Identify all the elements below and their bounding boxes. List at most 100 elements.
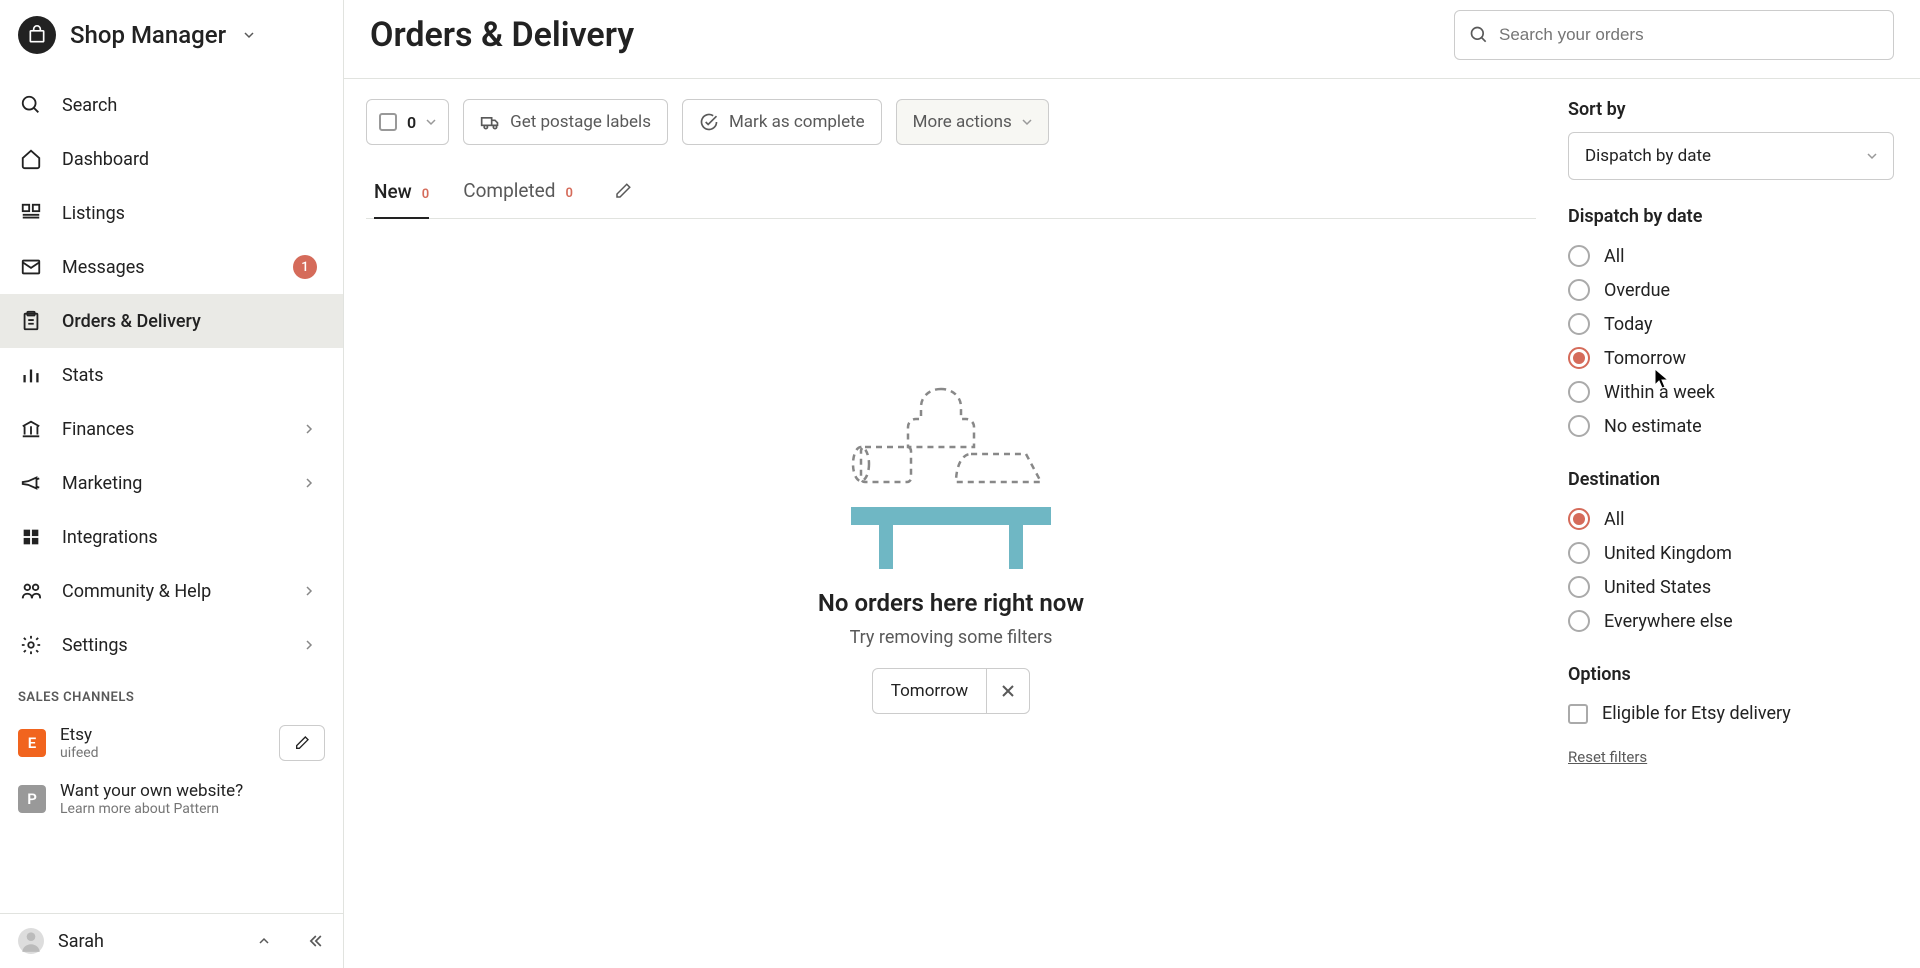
shop-title: Shop Manager [70,21,226,49]
empty-subtitle: Try removing some filters [850,627,1053,648]
radio-icon [1568,245,1590,267]
active-filter-chip: Tomorrow [872,668,1030,714]
empty-illustration-icon [841,379,1061,569]
tab-completed[interactable]: Completed 0 [463,173,573,208]
radio-dispatch-noestimate[interactable]: No estimate [1568,409,1894,443]
caret-up-icon [259,936,269,946]
center-panel: 0 Get postage labels Mark as complete Mo… [344,79,1558,968]
radio-dest-uk[interactable]: United Kingdom [1568,536,1894,570]
nav-label: Finances [62,419,287,440]
button-label: Mark as complete [729,112,865,132]
nav-label: Marketing [62,473,287,494]
radio-dest-all[interactable]: All [1568,502,1894,536]
more-actions-button[interactable]: More actions [896,99,1049,145]
channel-sub: Learn more about Pattern [60,801,325,817]
sidebar-item-finances[interactable]: Finances [0,402,343,456]
channel-text: Etsy uifeed [60,725,265,761]
shop-manager-header[interactable]: Shop Manager [0,0,343,70]
channel-name: Etsy [60,725,265,745]
radio-label: United States [1604,577,1711,598]
radio-dispatch-week[interactable]: Within a week [1568,375,1894,409]
content: 0 Get postage labels Mark as complete Mo… [344,79,1920,968]
sort-by-select[interactable]: Dispatch by date [1568,132,1894,180]
radio-label: All [1604,509,1625,530]
sales-channels-header: SALES CHANNELS [0,672,343,715]
remove-filter-button[interactable] [987,669,1029,713]
sidebar-item-community[interactable]: Community & Help [0,564,343,618]
chevron-right-icon [305,585,317,597]
truck-icon [480,112,500,132]
radio-icon [1568,347,1590,369]
select-value: Dispatch by date [1585,146,1711,166]
nav-label: Listings [62,203,325,224]
radio-icon [1568,508,1590,530]
etsy-icon: E [18,729,46,757]
selected-count: 0 [407,113,416,132]
sidebar-item-dashboard[interactable]: Dashboard [0,132,343,186]
nav-label: Stats [62,365,325,386]
mark-complete-button[interactable]: Mark as complete [682,99,882,145]
shop-icon [18,16,56,54]
tab-new[interactable]: New 0 [374,174,429,219]
nav-label: Orders & Delivery [62,311,325,332]
edit-tabs-button[interactable] [607,175,639,207]
channel-text: Want your own website? Learn more about … [60,781,325,817]
nav-label: Settings [62,635,287,656]
channel-name: Want your own website? [60,781,325,801]
sidebar-item-settings[interactable]: Settings [0,618,343,672]
nav-label: Integrations [62,527,325,548]
postage-labels-button[interactable]: Get postage labels [463,99,668,145]
channel-pattern[interactable]: P Want your own website? Learn more abou… [0,771,343,827]
collapse-sidebar-button[interactable] [287,917,343,965]
user-menu[interactable]: Sarah [0,914,287,968]
dispatch-radio-group: All Overdue Today Tomorrow Within a week… [1568,239,1894,443]
sidebar-item-messages[interactable]: Messages 1 [0,240,343,294]
sort-by-label: Sort by [1568,99,1894,120]
user-name: Sarah [58,931,245,952]
nav-label: Search [62,95,325,116]
channel-sub: uifeed [60,745,265,761]
nav: Search Dashboard Listings Messages 1 Ord… [0,70,343,913]
reset-filters-link[interactable]: Reset filters [1568,748,1647,766]
radio-dispatch-today[interactable]: Today [1568,307,1894,341]
radio-icon [1568,542,1590,564]
main: Orders & Delivery 0 Get postage labels [344,0,1920,968]
toolbar: 0 Get postage labels Mark as complete Mo… [366,99,1536,145]
search-orders-box[interactable] [1454,10,1894,60]
radio-label: Everywhere else [1604,611,1733,632]
select-all-wrap: 0 [366,99,449,145]
radio-dispatch-overdue[interactable]: Overdue [1568,273,1894,307]
sidebar-item-marketing[interactable]: Marketing [0,456,343,510]
search-input[interactable] [1499,25,1879,45]
radio-icon [1568,313,1590,335]
search-icon [18,92,44,118]
empty-title: No orders here right now [818,589,1084,617]
tab-count: 0 [422,187,429,202]
edit-channel-button[interactable] [279,725,325,761]
checkbox-eligible-delivery[interactable]: Eligible for Etsy delivery [1568,697,1894,730]
radio-label: Overdue [1604,280,1670,301]
sidebar-item-orders[interactable]: Orders & Delivery [0,294,343,348]
megaphone-icon [18,470,44,496]
radio-icon [1568,381,1590,403]
sidebar-item-integrations[interactable]: Integrations [0,510,343,564]
radio-dest-us[interactable]: United States [1568,570,1894,604]
select-all-checkbox[interactable] [379,113,397,131]
sidebar-item-listings[interactable]: Listings [0,186,343,240]
chevron-right-icon [305,477,317,489]
channel-etsy[interactable]: E Etsy uifeed [0,715,343,771]
radio-dest-else[interactable]: Everywhere else [1568,604,1894,638]
nav-label: Community & Help [62,581,287,602]
sidebar-item-search[interactable]: Search [0,78,343,132]
tab-label: New [374,180,412,203]
sidebar: Shop Manager Search Dashboard Listings M… [0,0,344,968]
radio-icon [1568,576,1590,598]
search-icon [1469,25,1489,45]
caret-down-icon[interactable] [426,117,436,127]
sidebar-item-stats[interactable]: Stats [0,348,343,402]
radio-dispatch-tomorrow[interactable]: Tomorrow [1568,341,1894,375]
home-icon [18,146,44,172]
radio-dispatch-all[interactable]: All [1568,239,1894,273]
caret-down-icon [244,30,254,40]
tabs: New 0 Completed 0 [366,173,1536,219]
